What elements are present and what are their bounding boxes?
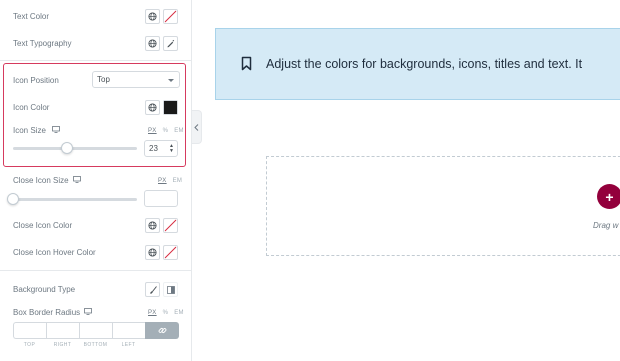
- close-icon-hover-label: Close Icon Hover Color: [13, 248, 96, 257]
- global-colors-button[interactable]: [145, 9, 160, 24]
- chevron-left-icon: [194, 123, 199, 131]
- close-icon-size-slider[interactable]: [13, 198, 137, 201]
- unit-px[interactable]: PX: [158, 178, 167, 184]
- dim-label-bottom: BOTTOM: [83, 342, 108, 348]
- radius-top-input[interactable]: [13, 322, 46, 339]
- settings-panel: Text Color Text Typography Icon Position…: [0, 0, 192, 361]
- edit-typography-button[interactable]: [163, 36, 178, 51]
- brush-icon: [149, 285, 157, 294]
- drag-hint-text: Drag w: [593, 221, 619, 230]
- radius-right-input[interactable]: [46, 322, 79, 339]
- notice-box[interactable]: Adjust the colors for backgrounds, icons…: [215, 28, 620, 100]
- panel-collapse-button[interactable]: [192, 110, 202, 144]
- close-icon-hover-color-picker[interactable]: [163, 245, 178, 260]
- gradient-icon: [166, 285, 175, 294]
- icon-position-select[interactable]: Top: [92, 71, 180, 88]
- globe-icon: [148, 39, 157, 48]
- divider: [0, 270, 192, 271]
- background-classic-button[interactable]: [145, 282, 160, 297]
- desktop-icon[interactable]: [84, 308, 92, 315]
- icon-size-value: 23: [149, 144, 158, 153]
- icon-color-swatch: [164, 101, 177, 114]
- notice-text: Adjust the colors for backgrounds, icons…: [266, 57, 583, 71]
- unit-px[interactable]: PX: [148, 310, 157, 316]
- plus-icon: +: [605, 188, 614, 205]
- icon-color-picker[interactable]: [163, 100, 178, 115]
- global-typography-button[interactable]: [145, 36, 160, 51]
- global-colors-button[interactable]: [145, 218, 160, 233]
- icon-size-slider-handle[interactable]: [61, 142, 74, 154]
- no-color-icon: [164, 219, 177, 232]
- link-icon: [158, 328, 166, 333]
- unit-em[interactable]: EM: [174, 310, 184, 316]
- close-icon-color-label: Close Icon Color: [13, 221, 73, 230]
- desktop-icon[interactable]: [52, 126, 60, 133]
- global-colors-button[interactable]: [145, 100, 160, 115]
- radius-bottom-input[interactable]: [79, 322, 112, 339]
- globe-icon: [148, 248, 157, 257]
- globe-icon: [148, 221, 157, 230]
- text-color-picker[interactable]: [163, 9, 178, 24]
- editor-screen: Text Color Text Typography Icon Position…: [0, 0, 620, 361]
- close-icon-size-label: Close Icon Size: [13, 176, 69, 185]
- global-colors-button[interactable]: [145, 245, 160, 260]
- icon-size-units: PX % EM: [148, 128, 184, 134]
- divider: [0, 60, 192, 61]
- close-icon-size-input[interactable]: [144, 190, 178, 207]
- unit-px[interactable]: PX: [148, 128, 157, 134]
- background-type-label: Background Type: [13, 285, 76, 294]
- close-icon-size-units: PX EM: [158, 178, 182, 184]
- link-values-button[interactable]: [145, 322, 179, 339]
- stepper-icon[interactable]: ▲ ▼: [169, 144, 174, 154]
- dim-label-left: LEFT: [121, 342, 136, 348]
- icon-size-input[interactable]: 23 ▲ ▼: [144, 140, 178, 157]
- desktop-icon[interactable]: [73, 176, 81, 183]
- icon-position-value: Top: [97, 75, 110, 84]
- chevron-down-icon: [168, 79, 174, 82]
- add-section-button[interactable]: +: [597, 184, 620, 209]
- empty-section-dropzone[interactable]: + Drag w: [266, 156, 620, 256]
- icon-color-label: Icon Color: [13, 103, 50, 112]
- close-icon-color-picker[interactable]: [163, 218, 178, 233]
- box-border-radius-label: Box Border Radius: [13, 308, 81, 317]
- border-radius-inputs: [13, 322, 179, 339]
- unit-em[interactable]: EM: [173, 178, 183, 184]
- unit-percent[interactable]: %: [163, 128, 169, 134]
- dim-label-right: RIGHT: [53, 342, 72, 348]
- icon-size-label: Icon Size: [13, 126, 46, 135]
- icon-position-label: Icon Position: [13, 76, 59, 85]
- dim-label-top: TOP: [23, 342, 36, 348]
- globe-icon: [148, 12, 157, 21]
- unit-em[interactable]: EM: [174, 128, 184, 134]
- radius-left-input[interactable]: [112, 322, 145, 339]
- globe-icon: [148, 103, 157, 112]
- background-gradient-button[interactable]: [163, 282, 178, 297]
- border-radius-labels: TOP RIGHT BOTTOM LEFT: [13, 342, 145, 348]
- bookmark-icon: [241, 56, 252, 71]
- unit-percent[interactable]: %: [163, 310, 169, 316]
- pencil-icon: [167, 39, 175, 48]
- close-icon-size-slider-handle[interactable]: [7, 193, 19, 205]
- text-typography-label: Text Typography: [13, 39, 72, 48]
- icon-size-slider[interactable]: [13, 147, 137, 150]
- no-color-icon: [164, 246, 177, 259]
- text-color-label: Text Color: [13, 12, 50, 21]
- border-radius-units: PX % EM: [148, 310, 184, 316]
- no-color-icon: [164, 10, 177, 23]
